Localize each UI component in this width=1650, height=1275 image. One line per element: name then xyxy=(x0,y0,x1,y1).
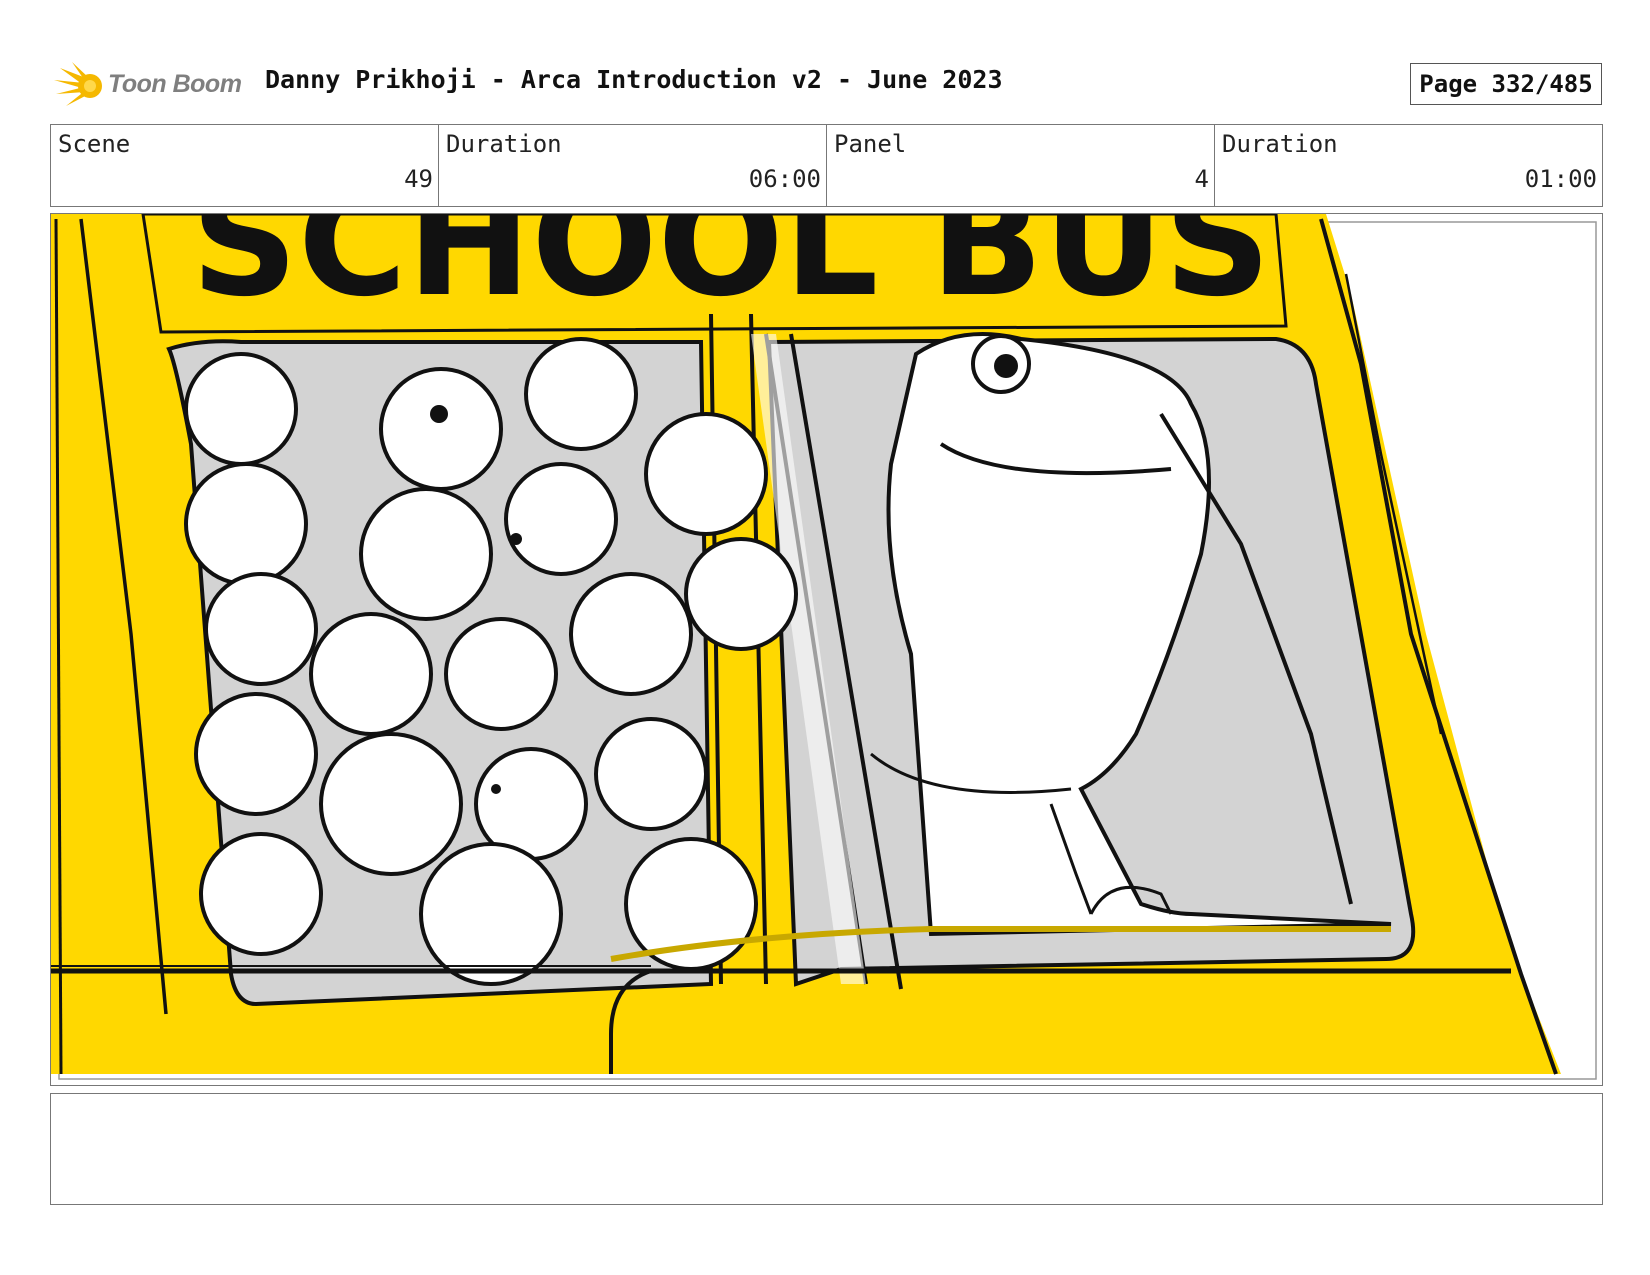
panel-duration-cell: Duration 01:00 xyxy=(1215,125,1602,206)
storyboard-panel: SCHOOL BUS xyxy=(50,213,1603,1086)
scene-cell: Scene 49 xyxy=(51,125,439,206)
panel-info-row: Scene 49 Duration 06:00 Panel 4 Duration… xyxy=(50,124,1603,207)
panel-duration-label: Duration xyxy=(1222,130,1338,158)
panel-duration-value: 01:00 xyxy=(1524,165,1597,193)
panel-sketch: SCHOOL BUS xyxy=(51,214,1597,1080)
starburst-icon xyxy=(54,62,102,106)
panel-notes xyxy=(50,1093,1603,1205)
school-bus-sign: SCHOOL BUS xyxy=(191,214,1271,330)
toon-boom-logo: Toon Boom xyxy=(52,58,252,110)
scene-duration-value: 06:00 xyxy=(748,165,821,193)
panel-value: 4 xyxy=(1194,165,1209,193)
scene-label: Scene xyxy=(58,130,131,158)
logo-text: Toon Boom xyxy=(108,70,242,98)
panel-cell: Panel 4 xyxy=(827,125,1215,206)
document-title: Danny Prikhoji - Arca Introduction v2 - … xyxy=(265,65,1003,94)
scene-duration-label: Duration xyxy=(446,130,562,158)
scene-value: 49 xyxy=(404,165,433,193)
scene-duration-cell: Duration 06:00 xyxy=(439,125,827,206)
page-number: Page 332/485 xyxy=(1410,63,1602,105)
panel-label: Panel xyxy=(834,130,907,158)
